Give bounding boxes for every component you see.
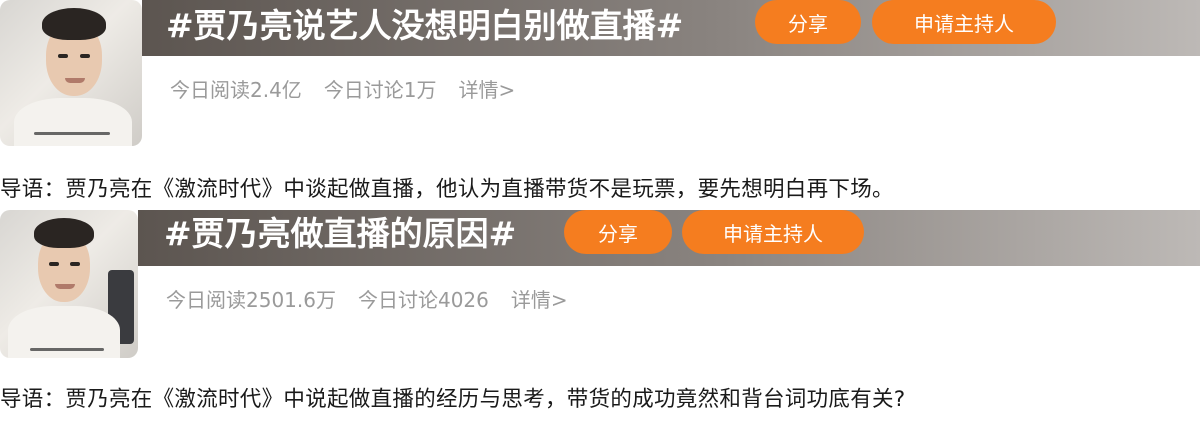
topic-thumbnail[interactable]	[0, 210, 138, 358]
detail-link[interactable]: 详情>	[511, 288, 568, 312]
thumbnail-figure	[14, 98, 132, 146]
share-button[interactable]: 分享	[755, 0, 861, 44]
topic-title[interactable]: #贾乃亮说艺人没想明白别做直播#	[166, 4, 683, 48]
apply-host-button[interactable]: 申请主持人	[872, 0, 1056, 44]
topic-title-bar: #贾乃亮说艺人没想明白别做直播# 分享 申请主持人	[142, 0, 1200, 56]
topic-title-bar: #贾乃亮做直播的原因# 分享 申请主持人	[138, 210, 1200, 266]
share-button[interactable]: 分享	[564, 210, 672, 254]
topic-lead-text: 导语：贾乃亮在《激流时代》中谈起做直播，他认为直播带货不是玩票，要先想明白再下场…	[0, 177, 894, 202]
read-count: 今日阅读2501.6万	[166, 288, 336, 312]
discuss-count: 今日讨论1万	[323, 78, 437, 102]
topic-stats: 今日阅读2.4亿 今日讨论1万 详情>	[170, 74, 537, 103]
topic-lead-text: 导语：贾乃亮在《激流时代》中说起做直播的经历与思考，带货的成功竟然和背台词功底有…	[0, 387, 906, 412]
discuss-count: 今日讨论4026	[357, 288, 489, 312]
apply-host-button[interactable]: 申请主持人	[682, 210, 864, 254]
topic-title[interactable]: #贾乃亮做直播的原因#	[164, 212, 516, 256]
topic-card: #贾乃亮说艺人没想明白别做直播# 分享 申请主持人 今日阅读2.4亿 今日讨论1万…	[0, 0, 1200, 210]
read-count: 今日阅读2.4亿	[170, 78, 302, 102]
topic-stats: 今日阅读2501.6万 今日讨论4026 详情>	[166, 284, 590, 313]
detail-link[interactable]: 详情>	[459, 78, 516, 102]
topic-thumbnail[interactable]	[0, 0, 142, 146]
topic-card: #贾乃亮做直播的原因# 分享 申请主持人 今日阅读2501.6万 今日讨论4026…	[0, 210, 1200, 428]
